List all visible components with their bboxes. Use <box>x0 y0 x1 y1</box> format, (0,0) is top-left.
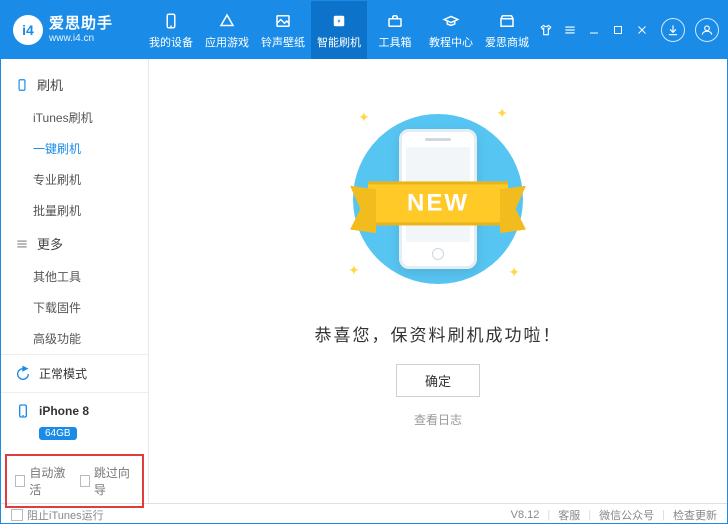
device-indicator[interactable]: iPhone 8 64GB <box>1 392 148 450</box>
update-link[interactable]: 检查更新 <box>673 507 717 523</box>
graduation-icon <box>441 11 461 31</box>
new-ribbon: NEW <box>368 181 508 225</box>
maximize-icon[interactable] <box>609 21 627 39</box>
user-button[interactable] <box>695 18 719 42</box>
top-nav: 我的设备 应用游戏 铃声壁纸 智能刷机 工具箱 教程中心 爱思商城 <box>143 1 535 59</box>
device-icon <box>15 403 31 419</box>
sparkle-icon: ✦ <box>358 109 370 126</box>
sparkle-icon: ✦ <box>508 264 520 281</box>
app-logo: i4 爱思助手 www.i4.cn <box>13 15 133 45</box>
checkbox-icon <box>11 509 23 521</box>
refresh-icon <box>15 366 31 382</box>
auto-activate-checkbox[interactable]: 自动激活 <box>15 464 70 498</box>
sidebar-item-firmware[interactable]: 下载固件 <box>31 292 148 323</box>
download-button[interactable] <box>661 18 685 42</box>
store-icon <box>497 11 517 31</box>
sidebar-section-more[interactable]: 更多 <box>1 226 148 261</box>
sparkle-icon: ✦ <box>496 105 508 122</box>
version-label: V8.12 <box>511 509 540 521</box>
phone-icon <box>161 11 181 31</box>
minimize-icon[interactable] <box>585 21 603 39</box>
mode-indicator[interactable]: 正常模式 <box>1 354 148 392</box>
sidebar-item-advanced[interactable]: 高级功能 <box>31 323 148 354</box>
nav-flash[interactable]: 智能刷机 <box>311 1 367 59</box>
skip-guide-checkbox[interactable]: 跳过向导 <box>80 464 135 498</box>
nav-apps[interactable]: 应用游戏 <box>199 1 255 59</box>
toolbox-icon <box>385 11 405 31</box>
nav-ringtone[interactable]: 铃声壁纸 <box>255 1 311 59</box>
nav-tutorial[interactable]: 教程中心 <box>423 1 479 59</box>
appstore-icon <box>217 11 237 31</box>
support-link[interactable]: 客服 <box>558 507 580 523</box>
success-illustration: NEW ✦ ✦ ✦ ✦ <box>308 99 568 299</box>
flash-icon <box>329 11 349 31</box>
checkbox-icon <box>80 475 90 487</box>
close-icon[interactable] <box>633 21 651 39</box>
checkbox-icon <box>15 475 25 487</box>
menu-icon[interactable] <box>561 21 579 39</box>
sidebar-item-onekey[interactable]: 一键刷机 <box>31 133 148 164</box>
brand-url: www.i4.cn <box>49 33 113 44</box>
bottom-options: 自动激活 跳过向导 <box>5 454 144 508</box>
phone-icon <box>15 78 29 92</box>
list-icon <box>15 237 29 251</box>
sidebar-item-itunes[interactable]: iTunes刷机 <box>31 102 148 133</box>
tshirt-icon[interactable] <box>537 21 555 39</box>
success-message: 恭喜您，保资料刷机成功啦！ <box>315 321 562 346</box>
nav-toolbox[interactable]: 工具箱 <box>367 1 423 59</box>
main-content: NEW ✦ ✦ ✦ ✦ 恭喜您，保资料刷机成功啦！ 确定 查看日志 <box>149 59 727 503</box>
wechat-link[interactable]: 微信公众号 <box>599 507 654 523</box>
view-log-link[interactable]: 查看日志 <box>414 411 462 428</box>
sidebar-section-flash[interactable]: 刷机 <box>1 67 148 102</box>
sidebar: 刷机 iTunes刷机 一键刷机 专业刷机 批量刷机 更多 其他工具 下载固件 … <box>1 59 149 503</box>
brand-name: 爱思助手 <box>49 16 113 33</box>
sparkle-icon: ✦ <box>348 262 360 279</box>
logo-icon: i4 <box>13 15 43 45</box>
storage-badge: 64GB <box>39 427 77 440</box>
sidebar-item-pro[interactable]: 专业刷机 <box>31 164 148 195</box>
picture-icon <box>273 11 293 31</box>
confirm-button[interactable]: 确定 <box>396 364 480 397</box>
sidebar-item-batch[interactable]: 批量刷机 <box>31 195 148 226</box>
nav-my-device[interactable]: 我的设备 <box>143 1 199 59</box>
nav-store[interactable]: 爱思商城 <box>479 1 535 59</box>
block-itunes-checkbox[interactable]: 阻止iTunes运行 <box>11 507 104 523</box>
sidebar-item-other[interactable]: 其他工具 <box>31 261 148 292</box>
